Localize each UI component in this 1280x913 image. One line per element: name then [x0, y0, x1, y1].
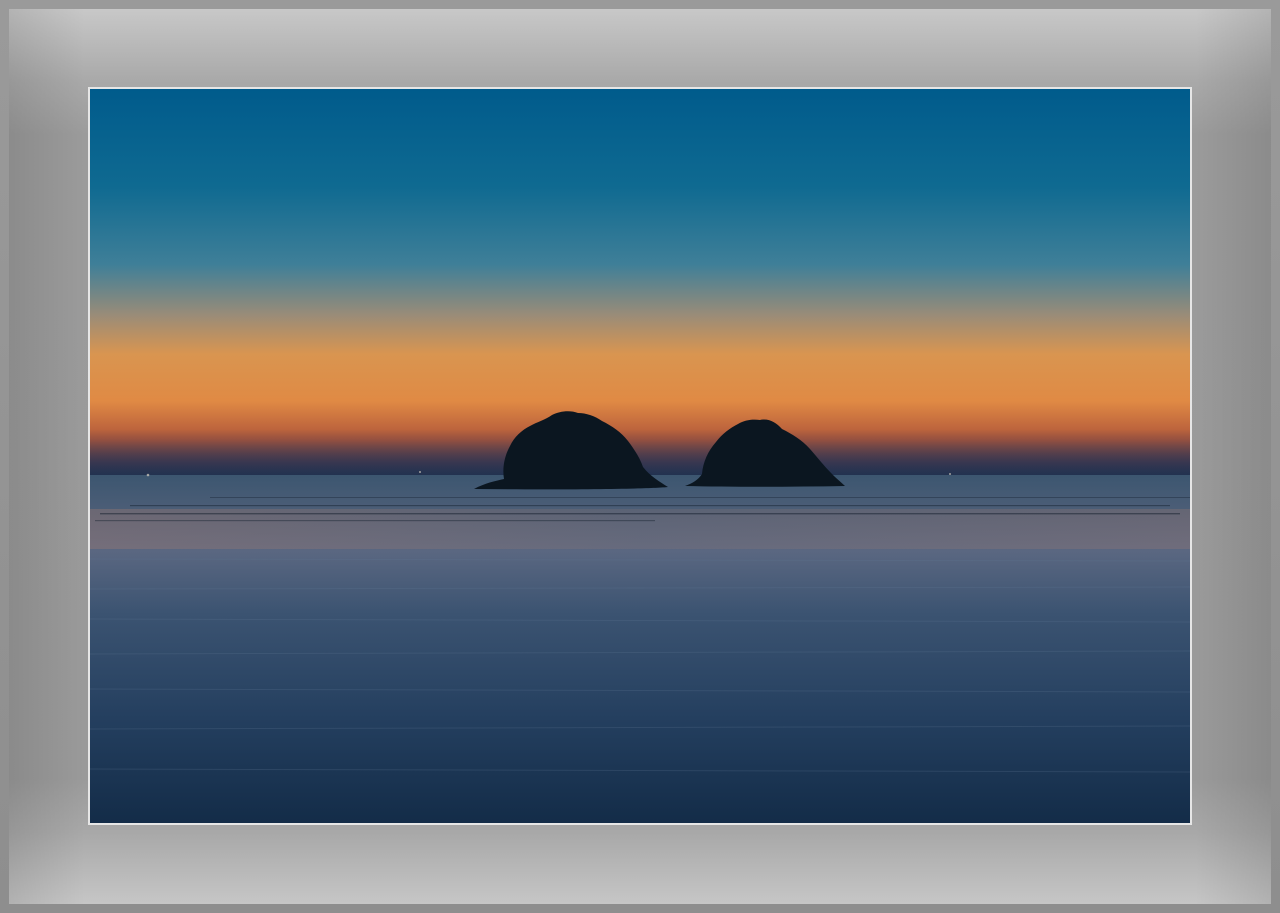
- sea-reflection: [90, 509, 1190, 549]
- outer-frame: [0, 0, 1280, 913]
- photograph: [88, 87, 1192, 825]
- dusk-seascape: [90, 89, 1190, 823]
- sky: [90, 89, 1190, 479]
